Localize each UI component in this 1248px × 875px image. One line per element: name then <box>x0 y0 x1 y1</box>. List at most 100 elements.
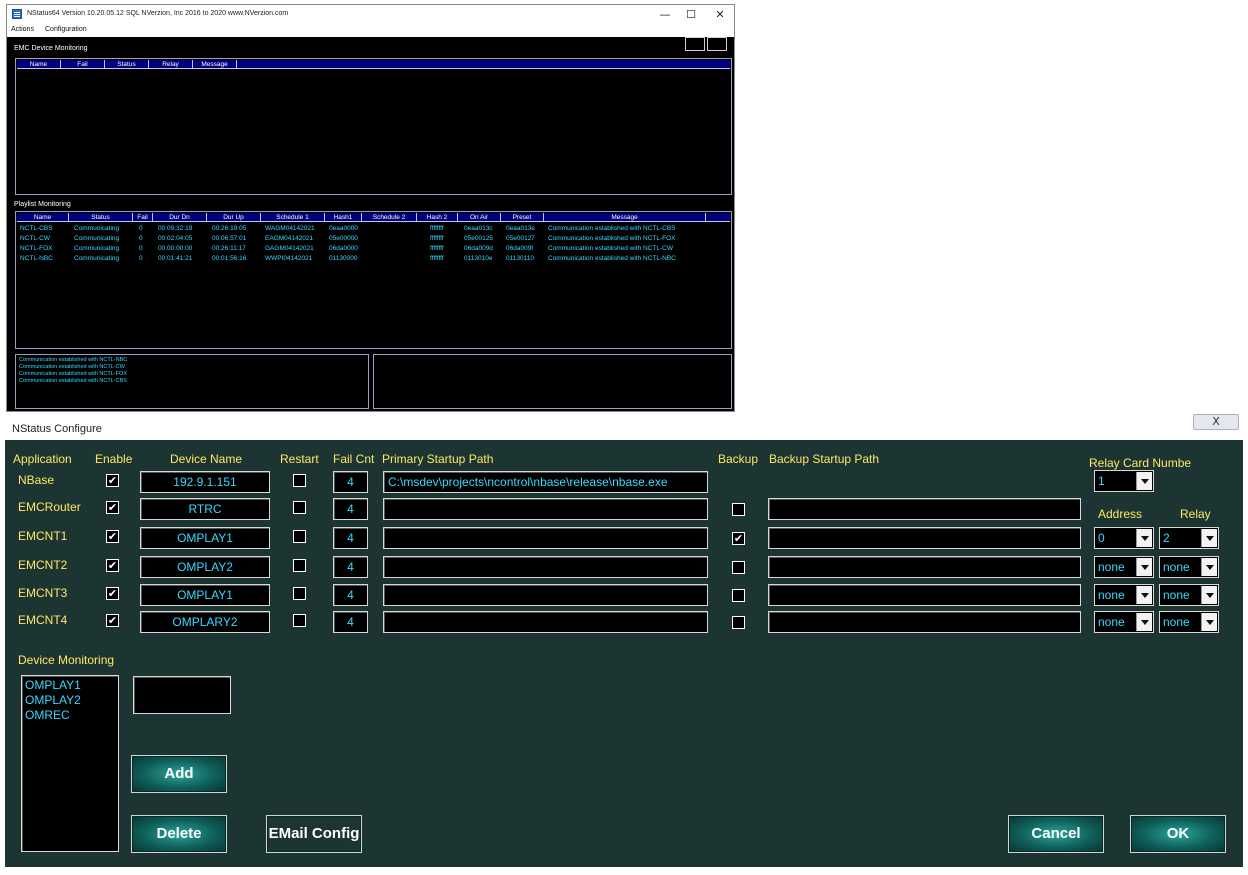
playlist-row[interactable]: NCTL-NBC Communicating 0 00:01:41:21 00:01:5… <box>18 255 731 263</box>
backup-checkbox[interactable] <box>732 616 745 629</box>
playlist-column-header[interactable]: Message <box>544 213 706 222</box>
address-select[interactable]: none <box>1094 556 1154 578</box>
device-monitoring-list[interactable]: OMPLAY1 OMPLAY2 OMREC <box>21 675 119 852</box>
backup-path-input[interactable] <box>768 527 1081 549</box>
playlist-cell-dur-dn: 00:02:04:05 <box>158 235 193 242</box>
restart-checkbox[interactable] <box>293 614 306 627</box>
backup-path-input[interactable] <box>768 498 1081 520</box>
relay-select[interactable]: none <box>1159 556 1219 578</box>
backup-path-input[interactable] <box>768 556 1081 578</box>
fail-count-input[interactable]: 4 <box>333 527 368 549</box>
playlist-column-header[interactable]: Status <box>69 213 133 222</box>
view-toggle-button-1[interactable] <box>685 37 705 51</box>
playlist-cell-on-air: 05e00125 <box>464 235 493 242</box>
playlist-cell-name: NCTL-NBC <box>20 255 53 262</box>
enable-checkbox[interactable]: ✔ <box>106 501 119 514</box>
emc-column-header[interactable]: Message <box>193 60 237 69</box>
ok-button[interactable]: OK <box>1130 815 1226 853</box>
playlist-column-header[interactable]: Schedule 2 <box>362 213 417 222</box>
device-name-input[interactable]: OMPLAY1 <box>140 527 270 549</box>
playlist-cell-message: Communication established with NCTL-FOX <box>548 235 676 242</box>
emc-column-header[interactable]: Relay <box>149 60 193 69</box>
restart-checkbox[interactable] <box>293 501 306 514</box>
backup-path-input[interactable] <box>768 584 1081 606</box>
minimize-button[interactable]: — <box>652 7 678 22</box>
playlist-column-header[interactable]: On Air <box>458 213 501 222</box>
emc-column-header[interactable]: Fail <box>61 60 105 69</box>
add-button[interactable]: Add <box>131 755 227 793</box>
restart-checkbox[interactable] <box>293 559 306 572</box>
primary-path-input[interactable] <box>383 584 708 606</box>
primary-path-input[interactable] <box>383 611 708 633</box>
device-list-item[interactable]: OMREC <box>25 708 115 723</box>
fail-count-input[interactable]: 4 <box>333 556 368 578</box>
playlist-column-header[interactable]: Hash1 <box>325 213 362 222</box>
close-button[interactable]: ✕ <box>707 7 733 22</box>
playlist-column-header[interactable]: Hash 2 <box>417 213 458 222</box>
playlist-cell-schedule1: GAGM04142021 <box>265 245 314 252</box>
playlist-cell-dur-dn: 00:00:00:00 <box>158 245 193 252</box>
playlist-column-header[interactable]: Schedule 1 <box>261 213 325 222</box>
device-name-input[interactable]: 192.9.1.151 <box>140 471 270 493</box>
cancel-button[interactable]: Cancel <box>1008 815 1104 853</box>
device-name-input[interactable]: RTRC <box>140 498 270 520</box>
enable-checkbox[interactable]: ✔ <box>106 559 119 572</box>
backup-checkbox[interactable]: ✔ <box>732 532 745 545</box>
log-line: Communication established with NCTL-CBS <box>19 378 127 384</box>
relay-select[interactable]: none <box>1159 584 1219 606</box>
fail-count-input[interactable]: 4 <box>333 498 368 520</box>
new-device-input[interactable] <box>133 676 231 714</box>
device-name-input[interactable]: OMPLARY2 <box>140 611 270 633</box>
playlist-cell-message: Communication established with NCTL-CBS <box>548 225 676 232</box>
fail-count-input[interactable]: 4 <box>333 584 368 606</box>
device-list-item[interactable]: OMPLAY2 <box>25 693 115 708</box>
playlist-row[interactable]: NCTL-CW Communicating 0 00:02:04:05 00:06:57… <box>18 235 731 243</box>
address-select[interactable]: none <box>1094 584 1154 606</box>
primary-path-input[interactable]: C:\msdev\projects\ncontrol\nbase\release… <box>383 471 708 493</box>
relay-card-select[interactable]: 1 <box>1094 470 1154 492</box>
primary-path-input[interactable] <box>383 556 708 578</box>
enable-checkbox[interactable]: ✔ <box>106 530 119 543</box>
menu-actions[interactable]: Actions <box>11 26 34 33</box>
view-toggle-button-2[interactable] <box>707 37 727 51</box>
address-select[interactable]: none <box>1094 611 1154 633</box>
playlist-row[interactable]: NCTL-FOX Communicating 0 00:00:00:00 00:26:1… <box>18 245 731 253</box>
device-name-input[interactable]: OMPLAY1 <box>140 584 270 606</box>
device-list-item[interactable]: OMPLAY1 <box>25 678 115 693</box>
playlist-table: Name Status Fail Dur Dn Dur Up Schedule 1 Hash… <box>15 211 732 349</box>
address-select[interactable]: 0 <box>1094 527 1154 549</box>
enable-checkbox[interactable]: ✔ <box>106 614 119 627</box>
primary-path-input[interactable] <box>383 527 708 549</box>
backup-path-input[interactable] <box>768 611 1081 633</box>
primary-path-input[interactable] <box>383 498 708 520</box>
playlist-column-header[interactable]: Fail <box>133 213 153 222</box>
playlist-row[interactable]: NCTL-CBS Communicating 0 00:09:32:19 00:26:1… <box>18 225 731 233</box>
delete-button[interactable]: Delete <box>131 815 227 853</box>
close-button[interactable]: X <box>1193 414 1239 430</box>
restart-checkbox[interactable] <box>293 587 306 600</box>
playlist-cell-hash2: ffffffff <box>430 235 444 242</box>
playlist-column-header[interactable]: Dur Dn <box>153 213 207 222</box>
playlist-column-header[interactable]: Name <box>17 213 69 222</box>
window-title: NStatus64 Version 10.20.05.12 SQL NVerzi… <box>27 10 289 17</box>
fail-count-input[interactable]: 4 <box>333 611 368 633</box>
playlist-column-header[interactable]: Preset <box>501 213 544 222</box>
menu-configuration[interactable]: Configuration <box>45 26 87 33</box>
enable-checkbox[interactable]: ✔ <box>106 587 119 600</box>
backup-checkbox[interactable] <box>732 589 745 602</box>
emc-column-header[interactable]: Name <box>17 60 61 69</box>
relay-select[interactable]: none <box>1159 611 1219 633</box>
maximize-button[interactable]: ☐ <box>678 7 704 22</box>
backup-checkbox[interactable] <box>732 561 745 574</box>
backup-checkbox[interactable] <box>732 503 745 516</box>
device-name-input[interactable]: OMPLAY2 <box>140 556 270 578</box>
enable-checkbox[interactable]: ✔ <box>106 474 119 487</box>
log-line: Communication established with NCTL-CW <box>19 364 125 370</box>
email-config-button[interactable]: EMail Config <box>266 815 362 853</box>
playlist-column-header[interactable]: Dur Up <box>207 213 261 222</box>
relay-select[interactable]: 2 <box>1159 527 1219 549</box>
restart-checkbox[interactable] <box>293 530 306 543</box>
fail-count-input[interactable]: 4 <box>333 471 368 493</box>
restart-checkbox[interactable] <box>293 474 306 487</box>
emc-column-header[interactable]: Status <box>105 60 149 69</box>
